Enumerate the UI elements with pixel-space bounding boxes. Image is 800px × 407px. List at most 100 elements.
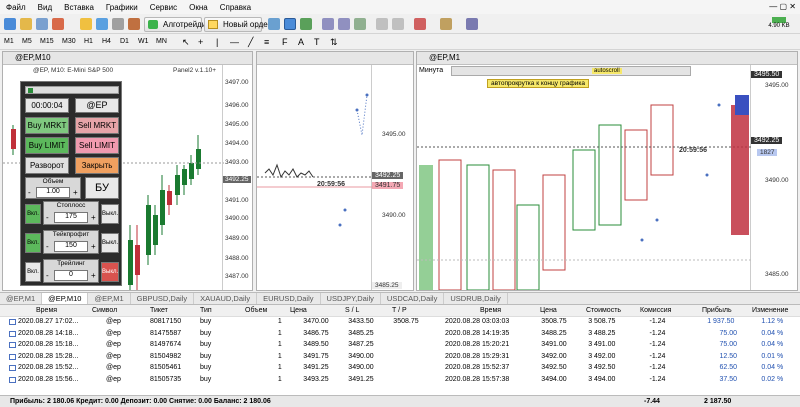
tf-h4[interactable]: H4 bbox=[102, 37, 111, 47]
buy-limit-button[interactable]: Buy LIMIT bbox=[25, 137, 69, 154]
volume-plus-button[interactable]: + bbox=[73, 188, 78, 197]
terminal-icon[interactable] bbox=[96, 18, 108, 30]
takeprofit-group: Тейкпрофит - 150 + bbox=[43, 230, 99, 254]
periods-icon[interactable] bbox=[466, 18, 478, 30]
table-cell: 1 bbox=[277, 352, 282, 360]
table-row[interactable]: 2020.08.28 14:18... @ep 81475587 buy 1 3486.7… bbox=[0, 329, 800, 340]
tab-eurusd[interactable]: EURUSD,Daily bbox=[257, 293, 321, 304]
algo-play-icon bbox=[148, 20, 158, 29]
new-chart-icon[interactable] bbox=[4, 18, 16, 30]
chart-shift-icon[interactable] bbox=[392, 18, 404, 30]
volume-input[interactable]: 1.00 bbox=[36, 187, 70, 198]
tf-m1[interactable]: M1 bbox=[4, 37, 14, 47]
takeprofit-plus-button[interactable]: + bbox=[91, 242, 96, 251]
trendline-icon[interactable]: ╱ bbox=[248, 37, 253, 47]
tf-m15[interactable]: M15 bbox=[40, 37, 54, 47]
table-row[interactable]: 2020.08.28 15:28... @ep 81504982 buy 1 3491.7… bbox=[0, 352, 800, 363]
tab-usdrub[interactable]: USDRUB,Daily bbox=[444, 293, 508, 304]
trailing-on-button[interactable]: Вкл. bbox=[25, 262, 41, 282]
table-row[interactable]: 2020.08.28 15:52... @ep 81505461 buy 1 3491.2… bbox=[0, 363, 800, 374]
reverse-button[interactable]: Разворот bbox=[25, 157, 69, 174]
breakeven-button[interactable]: БУ bbox=[85, 177, 119, 199]
sell-limit-button[interactable]: Sell LIMIT bbox=[75, 137, 119, 154]
templates-icon[interactable] bbox=[440, 18, 452, 30]
stoploss-plus-button[interactable]: + bbox=[91, 213, 96, 222]
close-position-button[interactable]: Закрыть bbox=[75, 157, 119, 174]
menu-help[interactable]: Справка bbox=[214, 3, 257, 12]
open-folder-icon[interactable] bbox=[20, 18, 32, 30]
algo-trading-button[interactable]: Алготрейдинг bbox=[144, 17, 214, 32]
tf-w1[interactable]: W1 bbox=[138, 37, 149, 47]
candle-chart-icon[interactable] bbox=[284, 18, 296, 30]
volume-minus-button[interactable]: - bbox=[28, 188, 31, 197]
table-cell: 3508.75 bbox=[393, 318, 419, 325]
tile-windows-icon[interactable] bbox=[354, 18, 366, 30]
cursor-icon[interactable]: ↖ bbox=[182, 37, 190, 47]
tab-gbpusd[interactable]: GBPUSD,Daily bbox=[131, 293, 195, 304]
timer-display: 00:00:04 bbox=[25, 98, 69, 113]
bar-chart-icon[interactable] bbox=[268, 18, 280, 30]
table-cell: 3490.00 bbox=[348, 364, 374, 371]
trailing-input[interactable]: 0 bbox=[54, 270, 88, 281]
crosshair-icon[interactable]: + bbox=[198, 37, 203, 47]
zoom-out-icon[interactable] bbox=[338, 18, 350, 30]
tab-ep-m10[interactable]: @EP,M10 bbox=[42, 293, 89, 304]
tab-ep-m1-2[interactable]: @EP,M1 bbox=[88, 293, 131, 304]
editor-icon[interactable] bbox=[128, 18, 140, 30]
text-tool-icon[interactable]: A bbox=[298, 37, 304, 47]
trailing-off-button[interactable]: Выкл. bbox=[101, 262, 119, 282]
tab-usdcad[interactable]: USDCAD,Daily bbox=[381, 293, 445, 304]
stoploss-off-button[interactable]: Выкл. bbox=[101, 204, 119, 224]
stoploss-minus-button[interactable]: - bbox=[46, 213, 49, 222]
chart-window-ep-m1[interactable]: @EP,M1 Минута autoscroll автопрокрутка к… bbox=[416, 51, 798, 291]
menu-charts[interactable]: Графики bbox=[100, 3, 144, 12]
tab-ep-m1[interactable]: @EP,M1 bbox=[0, 293, 43, 304]
tab-xauaud[interactable]: XAUAUD,Daily bbox=[194, 293, 258, 304]
channel-icon[interactable]: ≡ bbox=[264, 37, 269, 47]
fibo-icon[interactable]: F bbox=[282, 37, 288, 47]
trailing-plus-button[interactable]: + bbox=[91, 271, 96, 280]
profiles-icon[interactable] bbox=[36, 18, 48, 30]
tf-h1[interactable]: H1 bbox=[84, 37, 93, 47]
menu-tools[interactable]: Сервис bbox=[144, 3, 183, 12]
menu-insert[interactable]: Вставка bbox=[58, 3, 100, 12]
table-row[interactable]: 2020.08.28 15:56... @ep 81505735 buy 1 3493.2… bbox=[0, 375, 800, 386]
horizontal-line-icon[interactable]: — bbox=[230, 37, 239, 47]
navigator-icon[interactable] bbox=[80, 18, 92, 30]
buy-market-button[interactable]: Buy MRKT bbox=[25, 117, 69, 134]
stoploss-input[interactable]: 175 bbox=[54, 212, 88, 223]
panel-header[interactable] bbox=[25, 86, 119, 94]
sell-market-button[interactable]: Sell MRKT bbox=[75, 117, 119, 134]
market-watch-icon[interactable] bbox=[52, 18, 64, 30]
tester-icon[interactable] bbox=[112, 18, 124, 30]
tab-usdjpy[interactable]: USDJPY,Daily bbox=[321, 293, 381, 304]
takeprofit-on-button[interactable]: Вкл. bbox=[25, 233, 41, 253]
arrow-tool-icon[interactable]: ⇅ bbox=[330, 37, 338, 47]
indicators-icon[interactable] bbox=[414, 18, 426, 30]
line-chart-icon[interactable] bbox=[300, 18, 312, 30]
table-cell: 3490.00 bbox=[348, 352, 374, 360]
window-controls[interactable]: — ▢ ✕ bbox=[769, 2, 796, 11]
table-row[interactable]: 2020.08.28 15:18... @ep 81497674 buy 1 3489.5… bbox=[0, 340, 800, 351]
stoploss-on-button[interactable]: Вкл. bbox=[25, 204, 41, 224]
m1-time-label: 20:59:56 bbox=[679, 147, 708, 154]
takeprofit-input[interactable]: 150 bbox=[54, 241, 88, 252]
new-order-button[interactable]: Новый ордер bbox=[204, 17, 272, 32]
menu-file[interactable]: Файл bbox=[0, 3, 32, 12]
label-tool-icon[interactable]: T bbox=[314, 37, 320, 47]
tf-m5[interactable]: M5 bbox=[22, 37, 32, 47]
chart-window-ticks[interactable]: 3495.00 3492.25 3491.75 3490.00 3485.25 … bbox=[256, 51, 414, 291]
tf-mn[interactable]: MN bbox=[156, 37, 167, 47]
menu-window[interactable]: Окна bbox=[183, 3, 214, 12]
tf-m30[interactable]: M30 bbox=[62, 37, 76, 47]
table-row[interactable]: 2020.08.27 17:02... @ep 80817150 buy 1 3470.0… bbox=[0, 317, 800, 328]
takeprofit-off-button[interactable]: Выкл. bbox=[101, 233, 119, 253]
trailing-minus-button[interactable]: - bbox=[46, 271, 49, 280]
menu-view[interactable]: Вид bbox=[32, 3, 58, 12]
takeprofit-minus-button[interactable]: - bbox=[46, 242, 49, 251]
tf-d1[interactable]: D1 bbox=[120, 37, 129, 47]
zoom-in-icon[interactable] bbox=[322, 18, 334, 30]
autoscroll-icon[interactable] bbox=[376, 18, 388, 30]
vertical-line-icon[interactable]: | bbox=[216, 37, 218, 47]
table-cell: 3487.25 bbox=[348, 341, 374, 348]
